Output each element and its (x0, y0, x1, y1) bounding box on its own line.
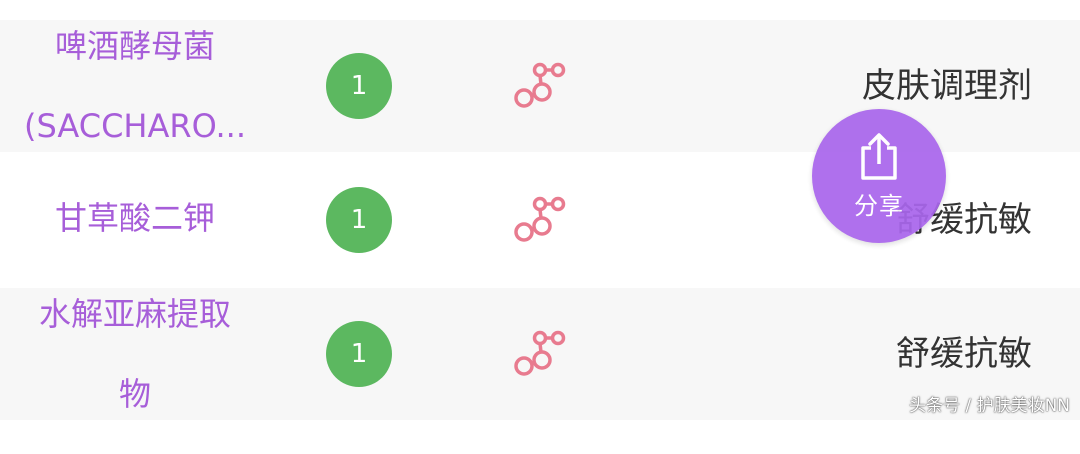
molecule-icon (514, 330, 566, 376)
ingredient-name[interactable]: 水解亚麻提取 物 (20, 288, 250, 420)
share-upload-icon (861, 132, 897, 180)
safety-score-badge: 1 (326, 321, 392, 387)
ingredient-name-line1: 甘草酸二钾 (54, 199, 215, 237)
ingredient-name[interactable]: 啤酒酵母菌 (SACCHARO... (20, 20, 250, 152)
ingredient-usage: 舒缓抗敏 (896, 334, 1032, 374)
ingredient-name-line1: 水解亚麻提取 (38, 295, 231, 333)
share-label: 分享 (854, 191, 904, 220)
safety-score-badge: 1 (326, 53, 392, 119)
molecule-icon (514, 196, 566, 242)
share-button[interactable]: 分享 (812, 109, 946, 243)
ingredient-name-line2: (SACCHARO... (24, 107, 246, 145)
ingredient-name-line2: 物 (118, 375, 151, 413)
ingredient-usage: 皮肤调理剂 (862, 66, 1032, 106)
watermark: 头条号 / 护肤美妆NN (909, 396, 1070, 416)
safety-score-badge: 1 (326, 187, 392, 253)
ingredient-name-line1: 啤酒酵母菌 (54, 27, 215, 65)
molecule-icon (514, 62, 566, 108)
